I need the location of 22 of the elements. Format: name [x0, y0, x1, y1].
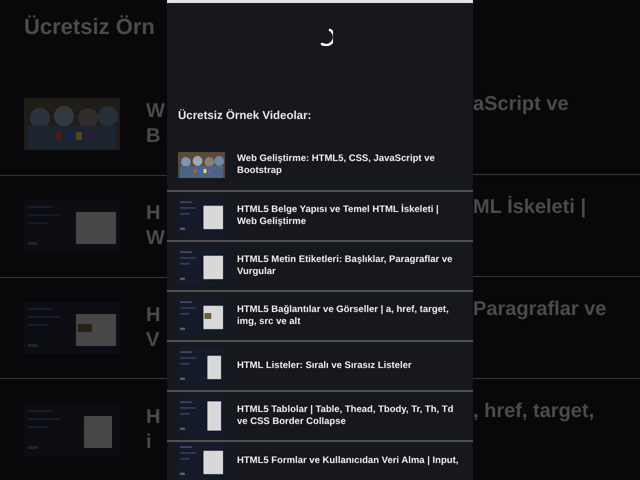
video-list-item[interactable]: HTML5 Formlar ve Kullanıcıdan Veri Alma | Input, [167, 440, 473, 480]
page-title: Ücretsiz Örn [23, 13, 156, 41]
video-title: V [146, 328, 160, 353]
video-title: B [146, 124, 162, 149]
video-title: W [146, 226, 165, 252]
video-title: ML İskeleti | [473, 196, 586, 218]
video-title: aScript ve [473, 93, 569, 116]
video-list-item[interactable]: HTML5 Belge Yapısı ve Temel HTML İskeleti | Web Geliştirme [167, 190, 473, 240]
video-title: Paragraflar ve [473, 298, 606, 320]
video-title: , href, target, [473, 400, 594, 422]
video-list-item[interactable]: HTML5 Bağlantılar ve Görseller | a, href, target, img, src ve alt [167, 290, 473, 340]
video-title: W [146, 98, 165, 124]
video-title: H [146, 404, 160, 430]
video-list-item[interactable]: HTML5 Metin Etiketleri: Başlıklar, Paragraflar ve Vurgular [167, 240, 473, 290]
video-list-item[interactable]: HTML5 Tablolar | Table, Thead, Tbody, Tr, Th, Td ve CSS Border Collapse [167, 390, 473, 440]
dialog-title: Ücretsiz Örnek Videolar: [177, 108, 312, 124]
video-title: H [146, 201, 162, 226]
video-title: H [146, 302, 160, 328]
video-list-item[interactable]: Web Geliştirme: HTML5, CSS, JavaScript ve Bootstrap [167, 140, 473, 190]
loading-spinner-icon [319, 28, 333, 46]
video-title: i [146, 430, 153, 455]
video-list-item[interactable]: HTML Listeler: Sıralı ve Sırasız Listeler [167, 340, 473, 390]
